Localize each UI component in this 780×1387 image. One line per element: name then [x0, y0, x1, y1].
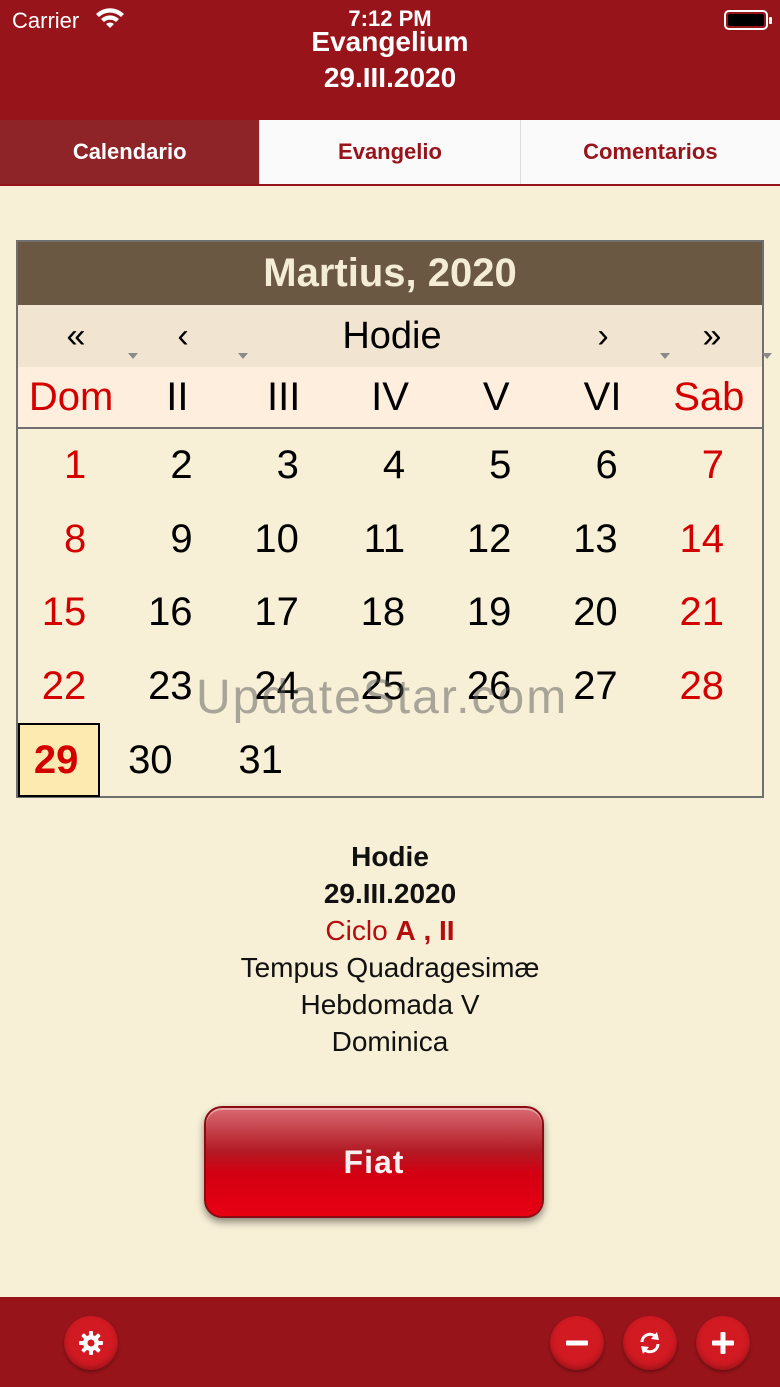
dropdown-triangle-icon: [660, 353, 670, 359]
calendar-day[interactable]: 8: [18, 503, 124, 577]
calendar-day[interactable]: 16: [124, 576, 230, 650]
calendar-day[interactable]: 12: [443, 503, 549, 577]
calendar-day[interactable]: 3: [231, 429, 337, 503]
weekday-header: Dom II III IV V VI Sab: [18, 367, 762, 429]
calendar-day[interactable]: 5: [443, 429, 549, 503]
weekday-label: VI: [583, 374, 622, 419]
info-ciclo: Ciclo A , II: [0, 912, 780, 949]
calendar-day[interactable]: 19: [443, 576, 549, 650]
calendar-week: 8 9 10 11 12 13 14: [18, 503, 762, 577]
calendar: Martius, 2020 Hodie « ‹ › » Dom II III I…: [16, 240, 772, 798]
tab-evangelio[interactable]: Evangelio: [260, 120, 521, 184]
weekday-label: III: [267, 374, 301, 419]
header-date: 29.III.2020: [323, 62, 457, 93]
month-title: Martius, 2020: [18, 242, 762, 305]
info-date: 29.III.2020: [323, 878, 457, 909]
plus-icon: [712, 1332, 734, 1354]
calendar-nav: Hodie « ‹ › »: [18, 305, 772, 367]
tab-bar: Calendario Evangelio Comentarios: [0, 120, 780, 186]
ciclo-label: Ciclo: [325, 915, 388, 946]
calendar-day[interactable]: 20: [549, 576, 655, 650]
info-tempus: Tempus Quadragesimæ: [240, 952, 540, 983]
calendar-day[interactable]: 14: [656, 503, 762, 577]
calendar-day[interactable]: 11: [337, 503, 443, 577]
refresh-button[interactable]: [623, 1316, 677, 1370]
weekday-label: IV: [371, 374, 409, 419]
double-chevron-right-icon: »: [702, 316, 722, 355]
calendar-day[interactable]: 6: [549, 429, 655, 503]
weekday-label: Dom: [28, 374, 114, 419]
calendar-day[interactable]: 17: [231, 576, 337, 650]
info-dies: Dominica: [331, 1026, 449, 1057]
calendar-day[interactable]: 25: [337, 650, 443, 724]
weekday-label: Sab: [673, 374, 745, 419]
zoom-in-button[interactable]: [696, 1316, 750, 1370]
calendar-day[interactable]: 22: [18, 650, 124, 724]
calendar-day[interactable]: 9: [124, 503, 230, 577]
calendar-day[interactable]: 18: [337, 576, 443, 650]
tab-comentarios[interactable]: Comentarios: [520, 120, 780, 184]
calendar-week: 22 23 24 25 26 27 28: [18, 650, 762, 724]
calendar-day[interactable]: 31: [211, 723, 321, 797]
calendar-day[interactable]: 2: [124, 429, 230, 503]
calendar-week: 15 16 17 18 19 20 21: [18, 576, 762, 650]
fiat-button[interactable]: Fiat: [204, 1106, 544, 1218]
chevron-right-icon: ›: [597, 316, 609, 355]
ciclo-b: II: [439, 915, 455, 946]
calendar-day[interactable]: 15: [18, 576, 124, 650]
calendar-day[interactable]: 26: [443, 650, 549, 724]
ciclo-a: A: [395, 915, 416, 946]
calendar-week: 1 2 3 4 5 6 7: [18, 429, 762, 503]
chevron-left-icon: ‹: [177, 316, 189, 355]
zoom-out-button[interactable]: [550, 1316, 604, 1370]
calendar-day[interactable]: 1: [18, 429, 124, 503]
app-title: Evangelium: [311, 26, 469, 57]
weekday-label: II: [166, 374, 189, 419]
header: Carrier 7:12 PM Evangelium 29.III.2020: [0, 0, 780, 120]
info-today: Hodie: [351, 841, 429, 872]
day-info: Hodie 29.III.2020 Ciclo A , II Tempus Qu…: [0, 838, 780, 1060]
gear-icon: [79, 1331, 103, 1355]
calendar-day-empty: [652, 723, 762, 797]
calendar-day-empty: [321, 723, 431, 797]
prev-button[interactable]: ‹: [168, 305, 248, 367]
calendar-day[interactable]: 7: [656, 429, 762, 503]
first-button[interactable]: «: [58, 305, 138, 367]
calendar-day[interactable]: 13: [549, 503, 655, 577]
calendar-day-today[interactable]: 29: [18, 723, 101, 797]
weekday-label: V: [482, 374, 510, 419]
calendar-day[interactable]: 4: [337, 429, 443, 503]
refresh-icon: [640, 1332, 660, 1354]
calendar-day-empty: [541, 723, 651, 797]
calendar-day[interactable]: 28: [656, 650, 762, 724]
settings-button[interactable]: [64, 1316, 118, 1370]
calendar-grid: 1 2 3 4 5 6 7 8 9 10 11 12 13 14 15 16 1…: [18, 429, 762, 797]
calendar-day[interactable]: 27: [549, 650, 655, 724]
calendar-day-empty: [431, 723, 541, 797]
calendar-day[interactable]: 21: [656, 576, 762, 650]
minus-icon: [566, 1340, 588, 1346]
calendar-day[interactable]: 23: [124, 650, 230, 724]
dropdown-triangle-icon: [762, 353, 772, 359]
last-button[interactable]: »: [694, 305, 772, 367]
next-button[interactable]: ›: [588, 305, 670, 367]
calendar-week: 29 30 31: [18, 723, 762, 797]
dropdown-triangle-icon: [128, 353, 138, 359]
double-chevron-left-icon: «: [66, 316, 86, 355]
dropdown-triangle-icon: [238, 353, 248, 359]
info-hebdomada: Hebdomada V: [300, 989, 480, 1020]
ciclo-sep: ,: [423, 915, 432, 946]
calendar-day[interactable]: 30: [100, 723, 210, 797]
calendar-day[interactable]: 10: [231, 503, 337, 577]
calendar-day[interactable]: 24: [231, 650, 337, 724]
tab-calendario[interactable]: Calendario: [0, 120, 261, 184]
